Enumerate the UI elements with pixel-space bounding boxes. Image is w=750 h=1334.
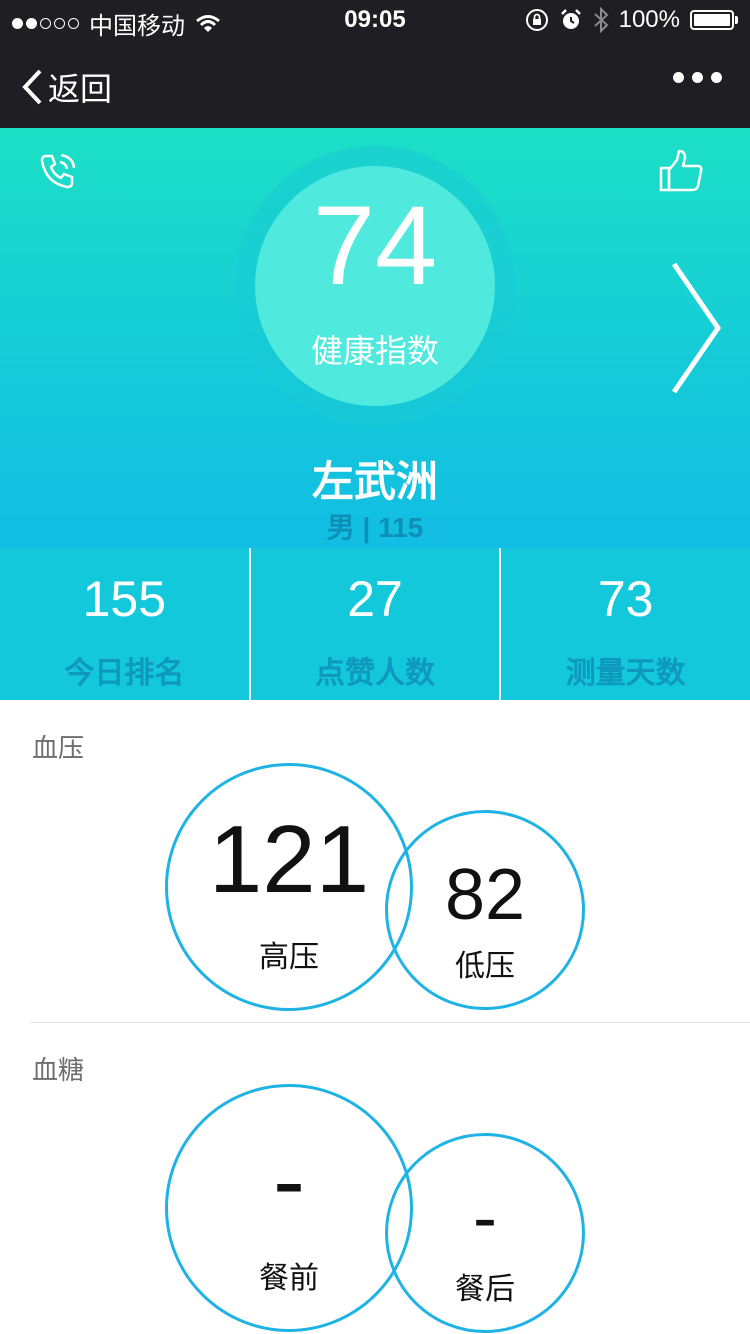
stat-value: 27 (347, 571, 403, 627)
after-meal-label: 餐后 (455, 1273, 515, 1306)
low-pressure-circle[interactable]: 82 低压 (385, 810, 585, 1010)
low-pressure-label: 低压 (455, 950, 515, 983)
high-pressure-label: 高压 (259, 941, 319, 974)
next-button[interactable] (666, 258, 726, 403)
health-score-value: 74 (312, 183, 438, 308)
stat-value: 155 (82, 571, 167, 627)
chevron-left-icon (22, 69, 42, 105)
high-pressure-value: 121 (208, 806, 370, 913)
blood-sugar-title: 血糖 (32, 1055, 85, 1085)
after-meal-value: - (473, 1178, 497, 1258)
section-divider (30, 1022, 750, 1023)
phone-call-icon[interactable] (36, 150, 78, 197)
more-dot-icon (673, 72, 684, 83)
stat-today-rank[interactable]: 155 今日排名 (0, 548, 249, 700)
before-meal-circle[interactable]: - 餐前 (165, 1084, 413, 1332)
health-score-circle: 74 健康指数 (255, 166, 495, 406)
thumbs-up-icon[interactable] (658, 148, 704, 199)
alarm-icon (560, 9, 581, 29)
more-dot-icon (711, 72, 722, 83)
more-button[interactable] (673, 72, 722, 83)
stat-value: 73 (597, 571, 654, 627)
status-right: 100% (525, 6, 738, 34)
bluetooth-icon (593, 7, 609, 33)
battery-percent: 100% (618, 6, 680, 33)
back-button[interactable]: 返回 (20, 64, 112, 110)
chevron-right-icon (671, 262, 722, 394)
high-pressure-circle[interactable]: 121 高压 (165, 763, 413, 1011)
health-hero: 74 健康指数 左武洲 男 | 115 (0, 128, 750, 548)
stats-row: 155 今日排名 27 点赞人数 73 测量天数 (0, 548, 750, 700)
user-info: 男 | 115 (326, 512, 424, 543)
stat-label: 点赞人数 (315, 657, 435, 690)
after-meal-circle[interactable]: - 餐后 (385, 1133, 585, 1333)
battery-icon (690, 10, 738, 30)
more-dot-icon (692, 72, 703, 83)
back-label: 返回 (48, 71, 113, 107)
rotation-lock-icon (525, 9, 548, 31)
health-score-label: 健康指数 (310, 333, 439, 369)
stat-likes[interactable]: 27 点赞人数 (248, 548, 500, 700)
before-meal-label: 餐前 (259, 1262, 319, 1295)
stat-label: 测量天数 (565, 657, 686, 690)
nav-bar: 返回 (0, 40, 750, 128)
before-meal-value: - (273, 1127, 305, 1234)
blood-pressure-title: 血压 (32, 733, 85, 763)
low-pressure-value: 82 (444, 855, 526, 935)
stat-measure-days[interactable]: 73 测量天数 (499, 548, 750, 700)
stat-label: 今日排名 (64, 657, 185, 690)
status-bar: 中国移动 09:05 100% (0, 0, 750, 40)
user-name: 左武洲 (311, 458, 438, 505)
